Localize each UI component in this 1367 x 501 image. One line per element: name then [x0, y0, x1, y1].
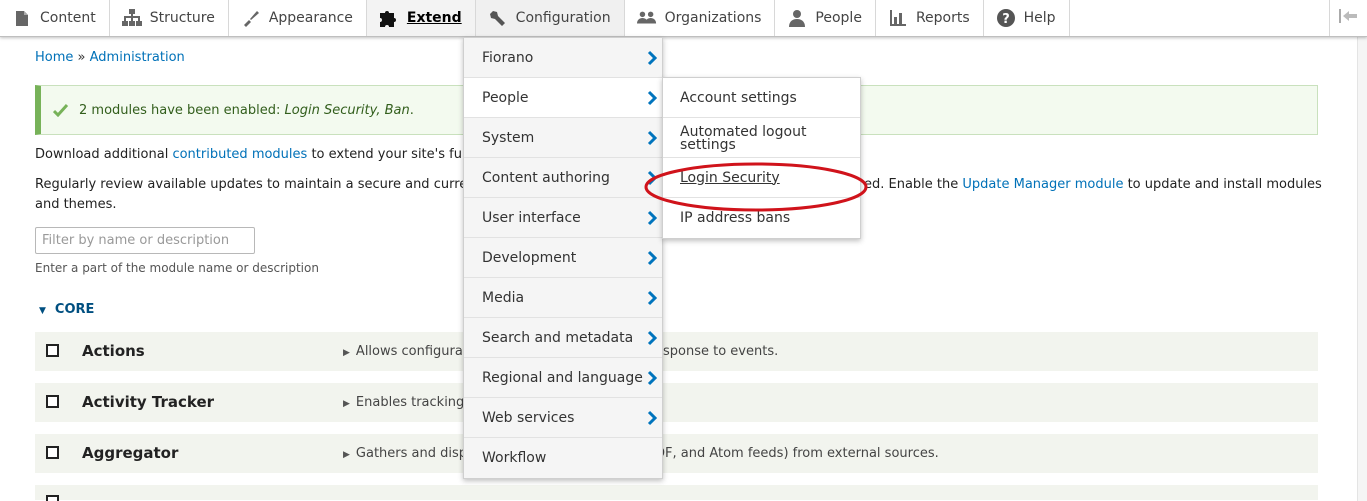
toolbar-reports[interactable]: Reports — [876, 0, 984, 36]
filter-description: Enter a part of the module name or descr… — [35, 261, 319, 275]
chevron-right-icon — [647, 410, 657, 426]
chevron-right-icon — [647, 90, 657, 106]
paintbrush-icon — [241, 8, 261, 28]
module-row-partial — [35, 485, 1318, 501]
page-scroll-edge — [1357, 37, 1367, 501]
config-menu-item[interactable]: Media — [464, 278, 662, 318]
module-checkbox[interactable] — [46, 446, 59, 459]
submenu-automated-logout[interactable]: Automated logout settings — [663, 118, 860, 158]
triangle-right-icon: ▶ — [343, 348, 350, 358]
toolbar-help[interactable]: ? Help — [984, 0, 1070, 36]
toolbar-structure-label: Structure — [149, 10, 215, 26]
config-menu-item[interactable]: People — [464, 78, 662, 118]
chevron-right-icon — [647, 250, 657, 266]
config-menu-item[interactable]: Search and metadata — [464, 318, 662, 358]
breadcrumb-home-link[interactable]: Home — [35, 50, 73, 65]
submenu-account-settings[interactable]: Account settings — [663, 78, 860, 118]
intro-download-text: Download additional contributed modules … — [35, 147, 478, 162]
config-menu-item[interactable]: Workflow — [464, 438, 662, 478]
breadcrumb-admin-link[interactable]: Administration — [90, 50, 185, 65]
config-menu-item[interactable]: Web services — [464, 398, 662, 438]
module-row-aggregator: Aggregator ▶ Gathers and disp DF, and Atom… — [35, 434, 1318, 474]
triangle-down-icon: ▼ — [39, 306, 46, 316]
intro-updates-text-end: and themes. — [35, 197, 117, 212]
toolbar-people[interactable]: People — [775, 0, 876, 36]
toolbar-configuration[interactable]: Configuration — [475, 0, 625, 36]
bar-chart-icon — [888, 8, 908, 28]
submenu-ip-address-bans[interactable]: IP address bans — [663, 198, 860, 238]
config-menu-item[interactable]: Development — [464, 238, 662, 278]
breadcrumb: Home » Administration — [35, 50, 185, 65]
toolbar-extend-label: Extend — [406, 10, 462, 26]
chevron-right-icon — [647, 170, 657, 186]
people-group-icon — [636, 8, 657, 28]
chevron-right-icon — [647, 370, 657, 386]
breadcrumb-separator: » — [77, 50, 86, 65]
toolbar-extend[interactable]: Extend — [366, 0, 476, 36]
chevron-right-icon — [647, 50, 657, 66]
people-submenu: Account settings Automated logout settin… — [662, 77, 861, 239]
sitemap-icon — [121, 8, 142, 28]
module-filter-input[interactable] — [35, 227, 255, 254]
module-description[interactable]: ▶ Enables tracking — [343, 395, 464, 410]
module-checkbox[interactable] — [46, 395, 59, 408]
config-menu-item[interactable]: User interface — [464, 198, 662, 238]
toolbar-reports-label: Reports — [915, 10, 970, 26]
toolbar-content[interactable]: Content — [0, 0, 110, 36]
update-manager-link[interactable]: Update Manager module — [962, 177, 1123, 192]
toolbar-collapse-button[interactable] — [1329, 0, 1367, 36]
chevron-right-icon — [647, 130, 657, 146]
question-icon: ? — [996, 8, 1016, 28]
toolbar-organizations-label: Organizations — [664, 10, 762, 26]
config-menu-item[interactable]: Content authoring — [464, 158, 662, 198]
wrench-icon — [488, 8, 508, 28]
checkmark-icon — [53, 103, 69, 117]
person-icon — [787, 8, 807, 28]
chevron-right-icon — [647, 290, 657, 306]
svg-text:?: ? — [1002, 12, 1010, 27]
toolbar-people-label: People — [815, 10, 862, 26]
core-section-toggle[interactable]: ▼ CORE — [39, 302, 94, 317]
intro-updates-text-left: Regularly review available updates to ma… — [35, 177, 481, 192]
status-text: 2 modules have been enabled: Login Secur… — [79, 102, 414, 118]
intro-updates-text-right: ed. Enable the Update Manager module to … — [864, 177, 1322, 192]
toolbar-structure[interactable]: Structure — [110, 0, 229, 36]
submenu-login-security[interactable]: Login Security — [663, 158, 860, 198]
chevron-right-icon — [647, 210, 657, 226]
toolbar-organizations[interactable]: Organizations — [625, 0, 776, 36]
toolbar-appearance[interactable]: Appearance — [229, 0, 367, 36]
triangle-right-icon: ▶ — [343, 399, 350, 409]
module-name: Actions — [82, 342, 145, 360]
puzzle-icon — [379, 8, 399, 28]
configuration-menu: Fiorano People System Content authoring … — [463, 37, 663, 479]
config-menu-item[interactable]: Regional and language — [464, 358, 662, 398]
module-description[interactable]: ▶ Allows configurat esponse to events. — [343, 344, 778, 359]
toolbar-appearance-label: Appearance — [268, 10, 353, 26]
module-row-activity-tracker: Activity Tracker ▶ Enables tracking — [35, 383, 1318, 423]
module-checkbox[interactable] — [46, 495, 59, 501]
toolbar-content-label: Content — [40, 10, 96, 26]
collapse-icon — [1338, 9, 1359, 27]
config-menu-item[interactable]: Fiorano — [464, 38, 662, 78]
page-icon — [12, 8, 32, 28]
triangle-right-icon: ▶ — [343, 450, 350, 460]
module-row-actions: Actions ▶ Allows configurat esponse to eve… — [35, 332, 1318, 372]
module-name: Activity Tracker — [82, 393, 215, 411]
admin-toolbar: Content Structure Appearance Extend Conf… — [0, 0, 1367, 37]
module-name: Aggregator — [82, 444, 179, 462]
toolbar-configuration-label: Configuration — [515, 10, 611, 26]
config-menu-item[interactable]: System — [464, 118, 662, 158]
toolbar-help-label: Help — [1023, 10, 1056, 26]
module-description[interactable]: ▶ Gathers and disp DF, and Atom feeds) fro… — [343, 446, 939, 461]
contributed-modules-link[interactable]: contributed modules — [172, 147, 307, 162]
chevron-right-icon — [647, 330, 657, 346]
module-checkbox[interactable] — [46, 344, 59, 357]
